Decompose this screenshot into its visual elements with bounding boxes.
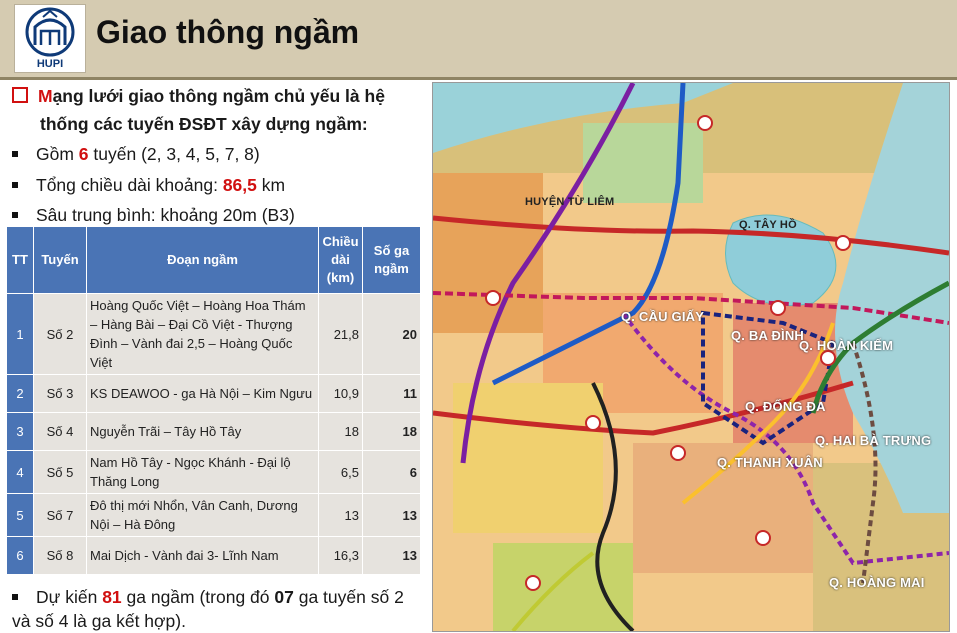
cell-length: 6,5 (318, 450, 363, 494)
table-row: 3 Số 4 Nguyễn Trãi – Tây Hồ Tây 18 18 (6, 412, 421, 451)
cell-route: Số 4 (33, 412, 87, 451)
cell-tt: 6 (6, 536, 34, 575)
cell-stations: 20 (362, 293, 421, 375)
cell-stations: 13 (362, 536, 421, 575)
cell-route: Số 5 (33, 450, 87, 494)
map-label-hai-ba-trung: Q. HAI BÀ TRƯNG (815, 433, 932, 448)
map-label-ba-dinh: Q. BA ĐÌNH (731, 328, 805, 343)
header-bar: HUPI Giao thông ngầm (0, 0, 957, 77)
bullet-text: ga ngầm (trong đó (121, 587, 275, 607)
bullet-text: tuyến (2, 3, 4, 5, 7, 8) (88, 144, 260, 164)
logo-emblem-icon (25, 7, 75, 57)
cell-length: 18 (318, 412, 363, 451)
cell-segment: Đô thị mới Nhổn, Vân Canh, Dương Nội – H… (86, 493, 319, 537)
bullet-text: Gồm (36, 144, 79, 164)
map-label-hoang-mai: Q. HOÀNG MAI (829, 575, 925, 590)
map-label-cau-giay: Q. CẦU GIẤY (621, 309, 705, 324)
map-graphic (433, 83, 949, 631)
cell-route: Số 2 (33, 293, 87, 375)
bullet-text: Sâu trung bình: khoảng 20m (B3) (36, 205, 295, 225)
header-divider (0, 77, 957, 80)
bottom-bullet: Dự kiến 81 ga ngầm (trong đó 07 ga tuyến… (12, 585, 412, 633)
cell-length: 16,3 (318, 536, 363, 575)
map-label-thanh-xuan: Q. THANH XUÂN (717, 455, 823, 470)
cell-segment: Nguyễn Trãi – Tây Hồ Tây (86, 412, 319, 451)
bullet-icon (12, 182, 18, 188)
bullet-icon (12, 594, 18, 600)
cell-tt: 1 (6, 293, 34, 375)
cell-stations: 18 (362, 412, 421, 451)
bullet-icon (12, 151, 18, 157)
cell-route: Số 3 (33, 374, 87, 413)
table-row: 4 Số 5 Nam Hồ Tây - Ngọc Khánh - Đại lộ … (6, 450, 421, 494)
table-row: 5 Số 7 Đô thị mới Nhổn, Vân Canh, Dương … (6, 493, 421, 537)
shared-station-count: 07 (274, 587, 294, 607)
cell-tt: 3 (6, 412, 34, 451)
col-header-length: Chiều dài (km) (318, 226, 363, 294)
route-count-value: 6 (78, 144, 89, 164)
bullet-route-count: Gồm 6 tuyến (2, 3, 4, 5, 7, 8) (12, 143, 260, 165)
intro-line-2: thống các tuyến ĐSĐT xây dựng ngầm: (40, 114, 368, 134)
table-row: 6 Số 8 Mai Dịch - Vành đai 3- Lĩnh Nam 1… (6, 536, 421, 575)
cell-stations: 11 (362, 374, 421, 413)
table-row: 1 Số 2 Hoàng Quốc Việt – Hoàng Hoa Thám … (6, 293, 421, 375)
bullet-text: Tổng chiều dài khoảng: (36, 175, 223, 195)
bullet-text: Dự kiến (36, 587, 103, 607)
checkbox-bullet-icon (12, 87, 28, 103)
cell-tt: 4 (6, 450, 34, 494)
total-length-value: 86,5 (222, 175, 257, 195)
bullet-depth: Sâu trung bình: khoảng 20m (B3) (12, 204, 295, 226)
bullet-total-length: Tổng chiều dài khoảng: 86,5 km (12, 174, 285, 196)
logo: HUPI (14, 4, 86, 73)
cell-segment: Mai Dịch - Vành đai 3- Lĩnh Nam (86, 536, 319, 575)
cell-tt: 2 (6, 374, 34, 413)
page-title: Giao thông ngầm (96, 14, 360, 50)
cell-stations: 6 (362, 450, 421, 494)
cell-segment: Nam Hồ Tây - Ngọc Khánh - Đại lộ Thăng L… (86, 450, 319, 494)
col-header-tt: TT (6, 226, 34, 294)
routes-table: TT Tuyến Đoạn ngầm Chiều dài (km) Số ga … (6, 226, 421, 575)
cell-route: Số 7 (33, 493, 87, 537)
cell-segment: KS DEAWOO - ga Hà Nội – Kim Ngưu (86, 374, 319, 413)
table-header-row: TT Tuyến Đoạn ngầm Chiều dài (km) Số ga … (6, 226, 421, 294)
col-header-route: Tuyến (33, 226, 87, 294)
bullet-text: km (256, 175, 286, 195)
intro-paragraph: Mạng lưới giao thông ngầm chủ yếu là hệ … (12, 82, 422, 138)
cell-length: 21,8 (318, 293, 363, 375)
cell-route: Số 8 (33, 536, 87, 575)
cell-length: 10,9 (318, 374, 363, 413)
map-label-dong-da: Q. ĐỐNG ĐA (745, 399, 826, 414)
station-count-value: 81 (102, 587, 122, 607)
map-label-tay-ho: Q. TÂY HỒ (739, 219, 797, 231)
map-label-tu-liem: HUYỆN TỪ LIÊM (525, 196, 615, 208)
cell-segment: Hoàng Quốc Việt – Hoàng Hoa Thám – Hàng … (86, 293, 319, 375)
intro-lead-letter: M (38, 86, 53, 106)
col-header-segment: Đoạn ngầm (86, 226, 319, 294)
metro-map: HUYỆN TỪ LIÊM Q. TÂY HỒ Q. CẦU GIẤY Q. B… (432, 82, 950, 632)
bullet-icon (12, 212, 18, 218)
cell-length: 13 (318, 493, 363, 537)
cell-stations: 13 (362, 493, 421, 537)
cell-tt: 5 (6, 493, 34, 537)
intro-line-1: ạng lưới giao thông ngầm chủ yếu là hệ (52, 86, 385, 106)
table-row: 2 Số 3 KS DEAWOO - ga Hà Nội – Kim Ngưu … (6, 374, 421, 413)
map-label-hoan-kiem: Q. HOÀN KIẾM (799, 338, 894, 353)
col-header-stations: Số ga ngầm (362, 226, 421, 294)
logo-text: HUPI (36, 58, 64, 70)
